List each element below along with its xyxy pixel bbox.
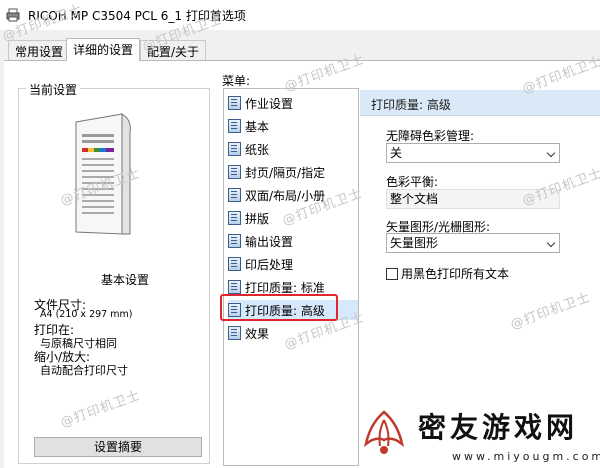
cover-icon [228,165,241,179]
paper-size-value: A4 (210 x 297 mm) [40,309,133,320]
menu-item-label: 输出设置 [245,234,294,249]
black-text-label: 用黑色打印所有文本 [401,267,510,281]
site-logo: 密友游戏网 www.miyougm.com [356,404,600,468]
color-management-value: 关 [390,146,403,160]
tab-detailed-settings[interactable]: 详细的设置 [66,38,141,61]
output-icon [228,234,241,248]
finishing-icon [228,257,241,271]
basic-settings-title: 基本设置 [100,273,149,287]
imposition-icon [228,211,241,225]
menu-item-label: 印后处理 [245,257,294,272]
detail-panel-title: 打印质量: 高级 [371,98,451,112]
settings-summary-button[interactable]: 设置摘要 [34,437,202,457]
menu-item-paper[interactable]: 纸张 [228,139,358,159]
zoom-value: 自动配合打印尺寸 [40,364,128,377]
menu-item-basic[interactable]: 基本 [228,116,358,136]
tab-strip: 常用设置 详细的设置 配置/关于 [0,38,600,61]
duplex-icon [228,188,241,202]
selection-highlight [220,294,338,321]
menu-label: 菜单: [222,74,251,88]
menu-item-label: 打印质量: 标准 [245,280,325,295]
job-settings-icon [228,96,241,110]
menu-item-finishing[interactable]: 印后处理 [228,254,358,274]
paper-icon [228,142,241,156]
menu-item-label: 效果 [245,326,270,341]
chevron-down-icon [546,238,556,248]
black-text-checkbox[interactable] [386,267,398,280]
quality-standard-icon [228,280,241,294]
color-balance-label: 色彩平衡: [386,175,439,189]
current-settings-label: 当前设置 [26,81,81,98]
effects-icon [228,326,241,340]
menu-item-label: 纸张 [245,142,270,157]
menu-item-cover[interactable]: 封页/隔页/指定 [228,162,358,182]
window-titlebar: RICOH MP C3504 PCL 6_1 打印首选项 [0,0,600,30]
menu-list: 作业设置 基本 纸张 封页/隔页/指定 双面/布局/小册 拼版 输出设置 印后处… [223,88,359,466]
site-logo-url: www.miyougm.com [452,450,600,463]
vector-raster-value: 矢量图形 [390,236,439,250]
site-logo-icon [364,410,404,454]
menu-item-label: 封页/隔页/指定 [245,165,326,180]
black-text-option[interactable]: 用黑色打印所有文本 [386,265,509,282]
menu-item-label: 基本 [245,119,270,134]
menu-item-output[interactable]: 输出设置 [228,231,358,251]
site-logo-name: 密友游戏网 [418,411,579,444]
color-balance-value: 整个文档 [390,192,439,206]
vector-raster-select[interactable]: 矢量图形 [386,233,560,253]
tab-common-settings[interactable]: 常用设置 [8,40,71,60]
menu-item-job-settings[interactable]: 作业设置 [228,93,358,113]
color-management-label: 无障碍色彩管理: [386,129,475,143]
chevron-down-icon [546,148,556,158]
color-management-select[interactable]: 关 [386,143,560,163]
menu-item-label: 作业设置 [245,96,294,111]
basic-icon [228,119,241,133]
menu-item-label: 拼版 [245,211,270,226]
